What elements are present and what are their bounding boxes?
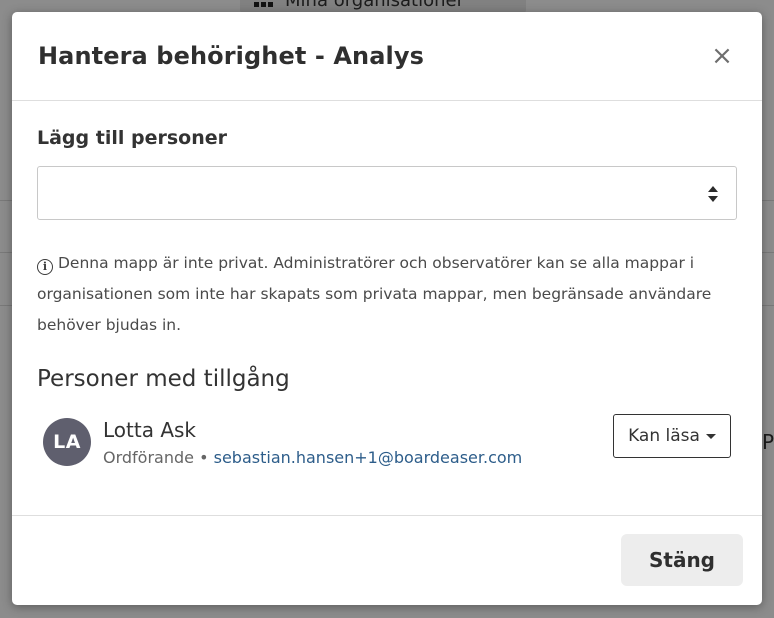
modal-header: Hantera behörighet - Analys × (12, 12, 762, 101)
meta-separator: • (199, 447, 209, 467)
persons-with-access-title: Personer med tillgång (37, 366, 290, 392)
add-persons-select[interactable] (37, 166, 737, 220)
modal-body: Lägg till personer i Denna mapp är inte p… (12, 101, 762, 470)
modal-title: Hantera behörighet - Analys (38, 42, 424, 70)
info-message: i Denna mapp är inte privat. Administratö… (37, 248, 737, 341)
person-role-title: Ordförande (103, 447, 194, 467)
info-icon: i (37, 258, 53, 275)
person-meta: Ordförande • sebastian.hansen+1@boardeas… (103, 448, 522, 467)
sort-arrows-icon (708, 186, 718, 202)
person-name: Lotta Ask (103, 417, 197, 442)
person-info: Lotta Ask Ordförande • sebastian.hansen+… (103, 418, 522, 467)
caret-down-icon (705, 433, 716, 439)
close-icon[interactable]: × (708, 42, 736, 70)
person-row: LA Lotta Ask Ordförande • sebastian.hans… (37, 414, 737, 470)
modal-footer: Stäng (12, 515, 762, 605)
permission-dropdown-button[interactable]: Kan läsa (613, 414, 731, 458)
person-email-link[interactable]: sebastian.hansen+1@boardeaser.com (214, 448, 523, 467)
permissions-modal: Hantera behörighet - Analys × Lägg till … (12, 12, 762, 605)
avatar: LA (43, 418, 91, 466)
add-persons-label: Lägg till personer (37, 127, 227, 149)
close-button[interactable]: Stäng (621, 534, 743, 586)
info-text: Denna mapp är inte privat. Administratör… (37, 254, 712, 334)
permission-label: Kan läsa (628, 426, 700, 446)
